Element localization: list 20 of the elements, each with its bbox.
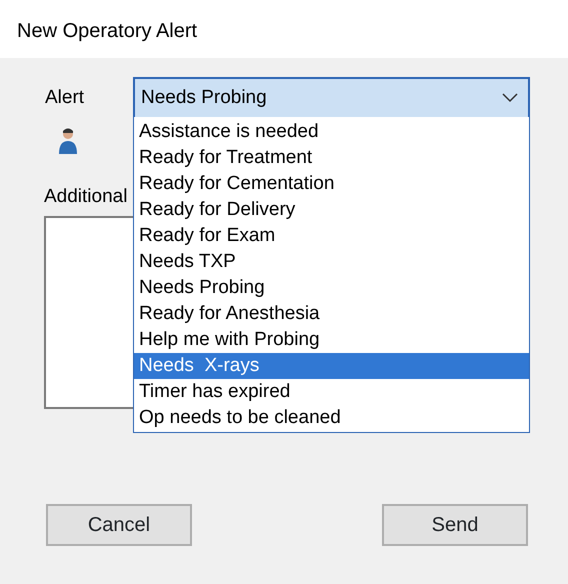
alert-dropdown[interactable]: Needs Probing [133,77,530,119]
dropdown-option[interactable]: Help me with Probing [134,327,529,353]
dropdown-option[interactable]: Ready for Exam [134,223,529,249]
dialog-button[interactable]: Cancel [46,504,192,546]
dropdown-option[interactable]: Needs TXP [134,249,529,275]
dropdown-option[interactable]: Op needs to be cleaned [134,405,529,431]
dropdown-option[interactable]: Ready for Delivery [134,197,529,223]
dialog-button[interactable]: Send [382,504,528,546]
dropdown-option[interactable]: Assistance is needed [134,119,529,145]
field-label: Additional [44,185,128,209]
dropdown-option[interactable]: Ready for Treatment [134,145,529,171]
person-icon [56,127,80,155]
dropdown-option[interactable]: Needs Probing [134,275,529,301]
dropdown-option[interactable]: Needs X-rays [134,353,529,379]
dropdown-option[interactable]: Ready for Cementation [134,171,529,197]
field-label: Alert [44,86,86,110]
dropdown-option[interactable]: Timer has expired [134,379,529,405]
chevron-down-icon [502,93,518,103]
dropdown-option[interactable]: Ready for Anesthesia [134,301,529,327]
window-title: New Operatory Alert [17,20,198,42]
